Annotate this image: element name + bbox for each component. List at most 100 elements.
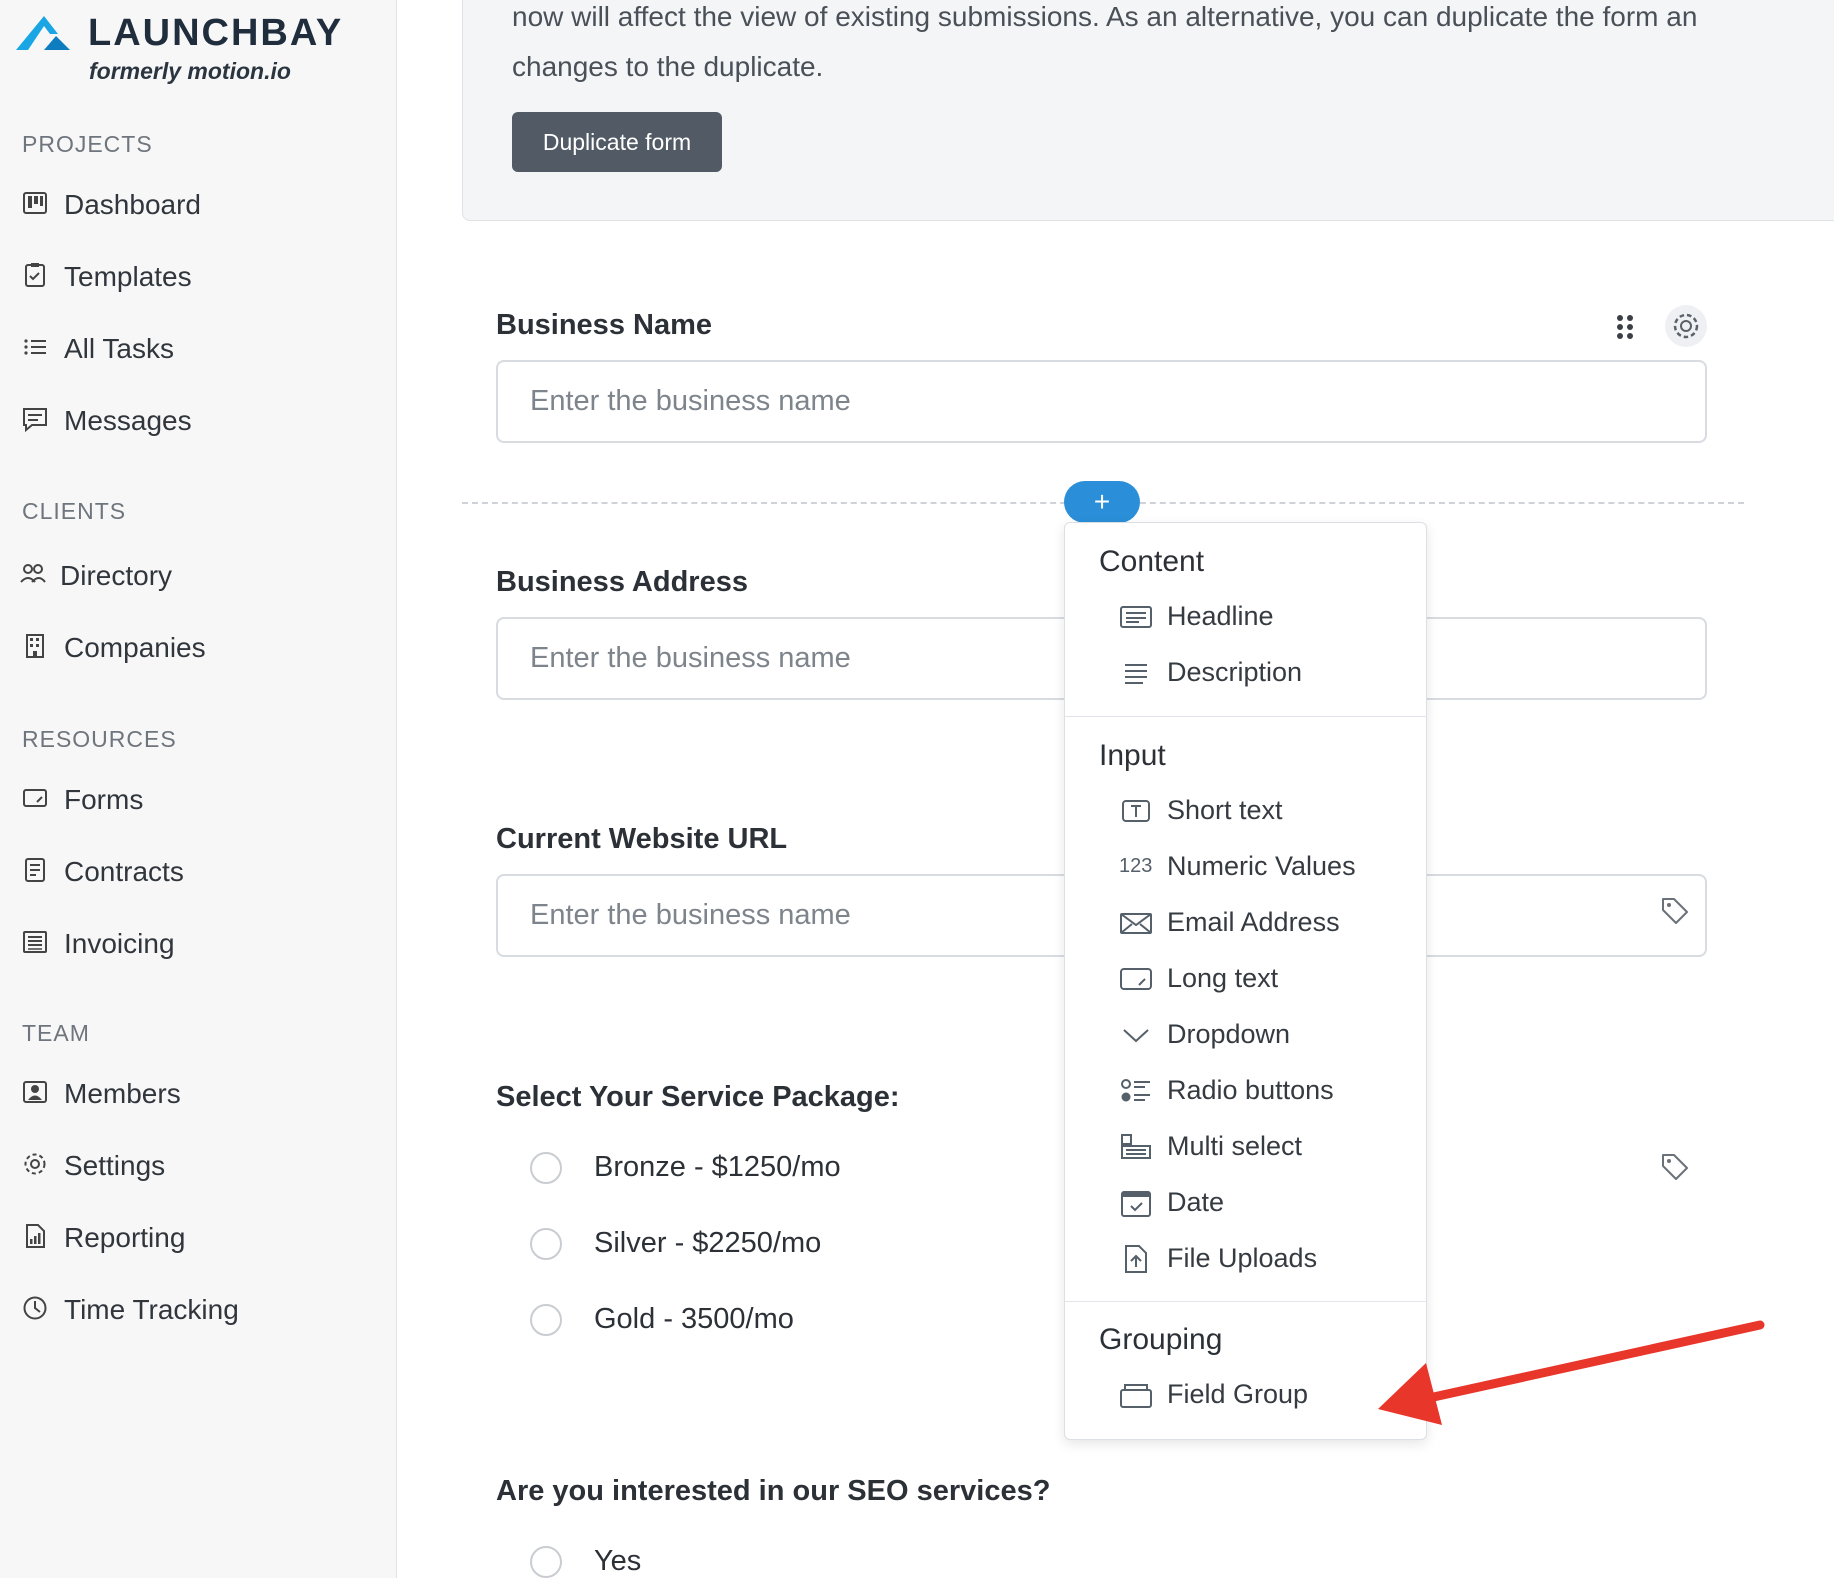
add-field-button[interactable]: + <box>1064 481 1140 523</box>
menu-item-long-text[interactable]: Long text <box>1119 957 1419 1001</box>
brand-logo[interactable]: LAUNCHBAY formerly motion.io <box>14 8 354 84</box>
sidebar-item-label: Time Tracking <box>64 1294 239 1325</box>
radio-label: Bronze - $1250/mo <box>594 1151 841 1183</box>
description-icon <box>1125 664 1147 684</box>
menu-item-headline[interactable]: Headline <box>1119 595 1419 639</box>
sidebar-item-messages[interactable]: Messages <box>22 399 362 439</box>
menu-item-email-address[interactable]: Email Address <box>1119 901 1419 945</box>
radio-label: Yes <box>594 1545 642 1577</box>
sidebar-item-dashboard[interactable]: Dashboard <box>22 183 362 223</box>
menu-item-label: Field Group <box>1167 1379 1309 1409</box>
radio-circle[interactable] <box>530 1152 562 1184</box>
menu-item-short-text[interactable]: Short text <box>1119 789 1419 833</box>
report-icon <box>26 1224 45 1248</box>
launchbay-logo-icon <box>16 16 70 50</box>
add-field-menu: Content Headline Description Input Short… <box>1064 522 1427 1440</box>
document-icon <box>25 858 45 882</box>
section-label-clients: CLIENTS <box>22 498 127 524</box>
brand-name: LAUNCHBAY <box>88 12 344 54</box>
sidebar-item-time-tracking[interactable]: Time Tracking <box>22 1288 362 1328</box>
sidebar-item-label: Dashboard <box>64 189 201 220</box>
numeric-icon: 123 <box>1119 855 1153 877</box>
multi-select-icon <box>1121 1134 1151 1159</box>
headline-icon <box>1120 606 1152 628</box>
radio-option-silver[interactable]: Silver - $2250/mo <box>530 1224 1030 1264</box>
duplicate-form-button[interactable]: Duplicate form <box>512 112 722 172</box>
radio-option-gold[interactable]: Gold - 3500/mo <box>530 1300 1030 1340</box>
menu-separator <box>1065 716 1426 717</box>
clock-icon <box>23 1296 47 1320</box>
sidebar-item-members[interactable]: Members <box>22 1072 362 1112</box>
section-label-team: TEAM <box>22 1020 90 1046</box>
field-group-icon <box>1120 1384 1152 1408</box>
tag-icon[interactable] <box>1660 896 1690 926</box>
chevron-down-icon <box>1123 1029 1149 1043</box>
building-icon <box>26 634 44 658</box>
dashboard-icon <box>23 192 47 214</box>
menu-item-label: Short text <box>1167 795 1283 825</box>
sidebar-item-label: Reporting <box>64 1222 186 1253</box>
notice-line-1: now will affect the view of existing sub… <box>512 1 1698 32</box>
sidebar-item-invoicing[interactable]: Invoicing <box>22 922 362 962</box>
business-name-input[interactable] <box>496 360 1707 443</box>
sidebar-item-contracts[interactable]: Contracts <box>22 850 362 890</box>
menu-item-multi-select[interactable]: Multi select <box>1119 1125 1419 1169</box>
sidebar-item-label: Invoicing <box>64 928 175 959</box>
sidebar-item-companies[interactable]: Companies <box>22 626 362 666</box>
sidebar-item-label: Templates <box>64 261 192 292</box>
radio-circle[interactable] <box>530 1546 562 1578</box>
menu-item-description[interactable]: Description <box>1119 651 1419 695</box>
file-upload-icon <box>1125 1245 1147 1273</box>
gear-icon <box>24 1153 46 1175</box>
clipboard-icon <box>25 263 45 287</box>
sidebar-item-reporting[interactable]: Reporting <box>22 1216 362 1256</box>
sidebar-item-settings[interactable]: Settings <box>22 1144 362 1184</box>
menu-item-label: Date <box>1167 1187 1225 1217</box>
invoice-icon <box>23 931 47 953</box>
menu-item-file-uploads[interactable]: File Uploads <box>1119 1237 1419 1281</box>
sidebar-item-label: Messages <box>64 405 192 436</box>
sidebar-item-label: Directory <box>60 560 173 591</box>
gear-icon <box>1673 313 1699 339</box>
radio-label: Silver - $2250/mo <box>594 1227 822 1259</box>
menu-item-label: Radio buttons <box>1167 1075 1334 1105</box>
menu-item-radio-buttons[interactable]: Radio buttons <box>1119 1069 1419 1113</box>
menu-separator <box>1065 1301 1426 1302</box>
tag-icon[interactable] <box>1660 1152 1690 1182</box>
brand-tagline: formerly motion.io <box>89 58 291 84</box>
sidebar-item-directory[interactable]: Directory <box>20 554 362 594</box>
sidebar-item-forms[interactable]: Forms <box>22 778 362 818</box>
email-icon <box>1120 913 1152 934</box>
menu-item-date[interactable]: Date <box>1119 1181 1419 1225</box>
section-label-projects: PROJECTS <box>22 131 153 157</box>
radio-circle[interactable] <box>530 1304 562 1336</box>
field-label-seo: Are you interested in our SEO services? <box>496 1475 1051 1507</box>
sidebar-item-all-tasks[interactable]: All Tasks <box>22 327 362 367</box>
long-text-icon <box>1120 968 1152 990</box>
member-icon <box>23 1081 47 1103</box>
radio-option-bronze[interactable]: Bronze - $1250/mo <box>530 1148 1030 1188</box>
radio-circle[interactable] <box>530 1228 562 1260</box>
message-icon <box>23 408 47 432</box>
menu-item-label: Multi select <box>1167 1131 1303 1161</box>
sidebar-item-label: Members <box>64 1078 181 1109</box>
menu-item-label: Headline <box>1167 601 1274 631</box>
field-settings-button[interactable] <box>1665 305 1707 347</box>
menu-item-label: File Uploads <box>1167 1243 1318 1273</box>
menu-item-label: Dropdown <box>1167 1019 1291 1049</box>
field-label-website-url: Current Website URL <box>496 823 788 855</box>
sidebar-item-label: Companies <box>64 632 206 663</box>
menu-item-dropdown[interactable]: Dropdown <box>1119 1013 1419 1057</box>
menu-heading-grouping: Grouping <box>1099 1323 1223 1356</box>
menu-heading-input: Input <box>1099 739 1166 772</box>
sidebar-item-templates[interactable]: Templates <box>22 255 362 295</box>
menu-item-numeric-values[interactable]: 123 Numeric Values <box>1119 845 1419 889</box>
notice-line-2: changes to the duplicate. <box>512 51 824 82</box>
sidebar: LAUNCHBAY formerly motion.io PROJECTS Da… <box>0 0 397 1578</box>
menu-item-label: Long text <box>1167 963 1279 993</box>
drag-handle-icon[interactable] <box>1612 312 1638 342</box>
calendar-icon <box>1121 1191 1151 1217</box>
sidebar-item-label: All Tasks <box>64 333 174 364</box>
form-icon <box>23 789 47 807</box>
radio-option-yes[interactable]: Yes <box>530 1542 1030 1578</box>
